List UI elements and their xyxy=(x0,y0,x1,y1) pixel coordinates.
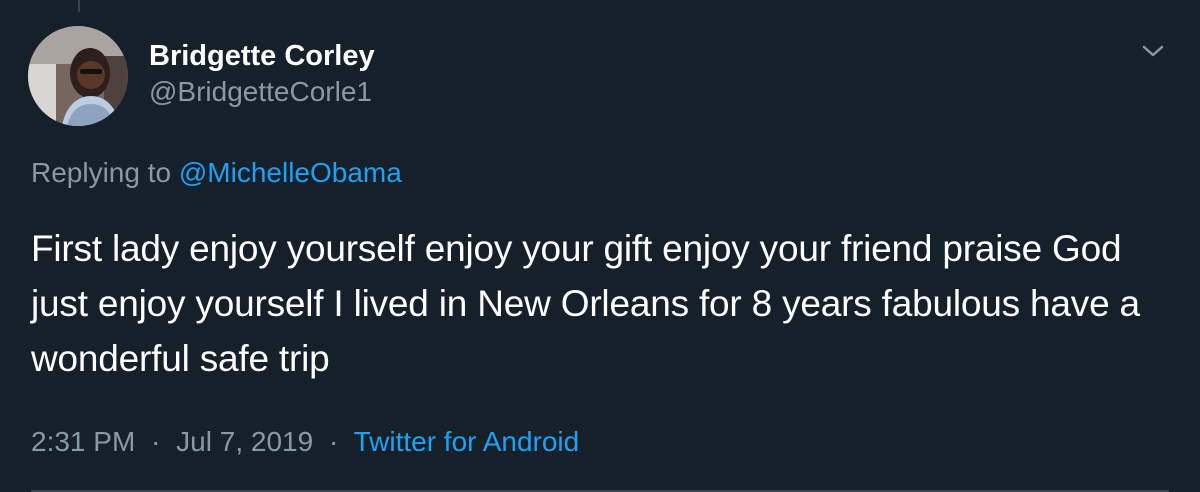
chevron-down-icon xyxy=(1142,45,1164,57)
tweet-date[interactable]: Jul 7, 2019 xyxy=(176,426,313,457)
meta-separator: · xyxy=(151,426,161,457)
tweet-source-link[interactable]: Twitter for Android xyxy=(354,426,580,457)
more-options-button[interactable] xyxy=(1138,36,1168,66)
tweet-text: First lady enjoy yourself enjoy your gif… xyxy=(31,228,1140,379)
tweet-header: Bridgette Corley @BridgetteCorle1 xyxy=(149,38,375,110)
reply-prefix: Replying to xyxy=(31,157,172,188)
thread-line xyxy=(78,0,80,12)
avatar[interactable] xyxy=(28,26,128,126)
reply-context: Replying to @MichelleObama xyxy=(31,154,402,192)
tweet-time[interactable]: 2:31 PM xyxy=(31,426,135,457)
meta-separator: · xyxy=(328,426,339,457)
display-name[interactable]: Bridgette Corley xyxy=(149,38,375,74)
avatar-photo-icon xyxy=(28,26,128,126)
tweet-metadata: 2:31 PM · Jul 7, 2019 · Twitter for Andr… xyxy=(31,423,579,461)
user-handle[interactable]: @BridgetteCorle1 xyxy=(149,74,375,110)
reply-mention-link[interactable]: @MichelleObama xyxy=(179,157,402,188)
